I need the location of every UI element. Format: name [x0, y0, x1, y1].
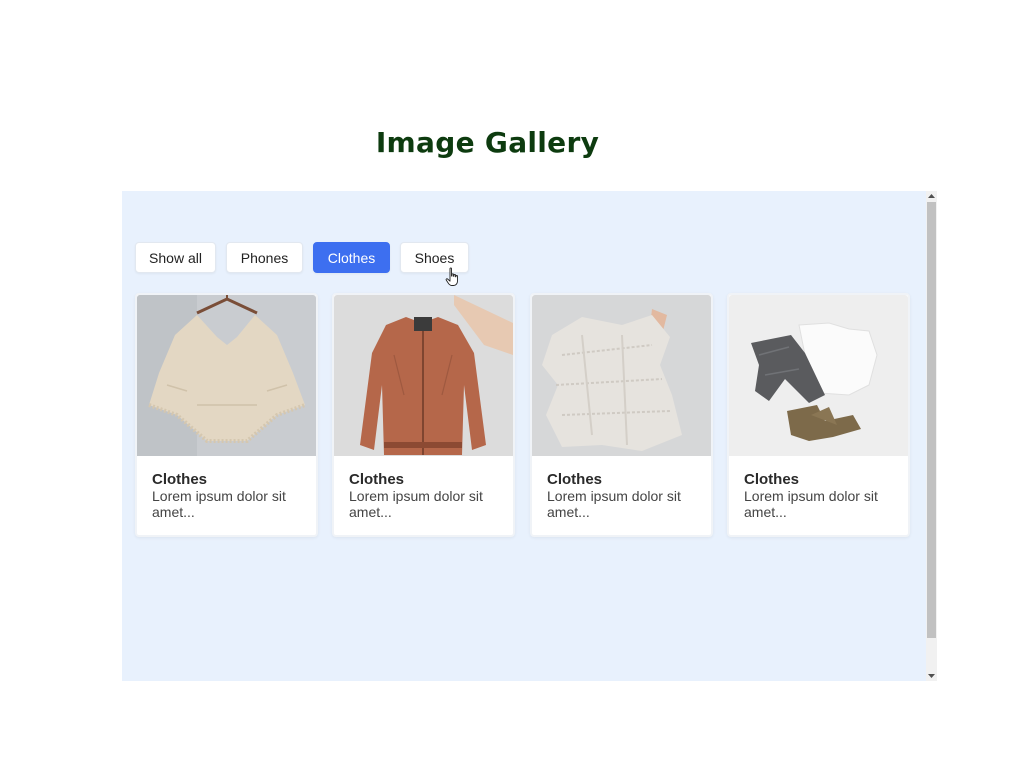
- card-title: Clothes: [349, 471, 405, 488]
- filter-show-all-button[interactable]: Show all: [135, 242, 216, 273]
- vertical-scrollbar[interactable]: [926, 191, 937, 681]
- page: Image Gallery Show all Phones Clothes Sh…: [0, 0, 1024, 768]
- card-image-clothes-flatlay: [729, 295, 908, 456]
- gallery-card[interactable]: Clothes Lorem ipsum dolor sit amet...: [135, 293, 318, 537]
- card-description: Lorem ipsum dolor sit amet...: [349, 488, 483, 520]
- gallery-card[interactable]: Clothes Lorem ipsum dolor sit amet...: [332, 293, 515, 537]
- card-title: Clothes: [744, 471, 800, 488]
- gallery-card[interactable]: Clothes Lorem ipsum dolor sit amet...: [727, 293, 910, 537]
- scroll-up-arrow-icon[interactable]: [926, 191, 937, 201]
- scrollbar-thumb[interactable]: [927, 202, 936, 638]
- card-image-bomber-jacket: [334, 295, 513, 456]
- card-image-white-sweater: [532, 295, 711, 456]
- filter-clothes-button[interactable]: Clothes: [313, 242, 390, 273]
- card-description: Lorem ipsum dolor sit amet...: [152, 488, 286, 520]
- card-description: Lorem ipsum dolor sit amet...: [744, 488, 878, 520]
- card-title: Clothes: [152, 471, 208, 488]
- filter-phones-button[interactable]: Phones: [226, 242, 303, 273]
- gallery-card[interactable]: Clothes Lorem ipsum dolor sit amet...: [530, 293, 713, 537]
- pointer-cursor-icon: [445, 267, 458, 286]
- scroll-down-arrow-icon[interactable]: [926, 671, 937, 681]
- card-description: Lorem ipsum dolor sit amet...: [547, 488, 681, 520]
- card-title: Clothes: [547, 471, 603, 488]
- card-image-knit-poncho: [137, 295, 316, 456]
- page-title: Image Gallery: [375, 126, 600, 159]
- gallery-frame: Show all Phones Clothes Shoes Clothes Lo…: [122, 191, 937, 681]
